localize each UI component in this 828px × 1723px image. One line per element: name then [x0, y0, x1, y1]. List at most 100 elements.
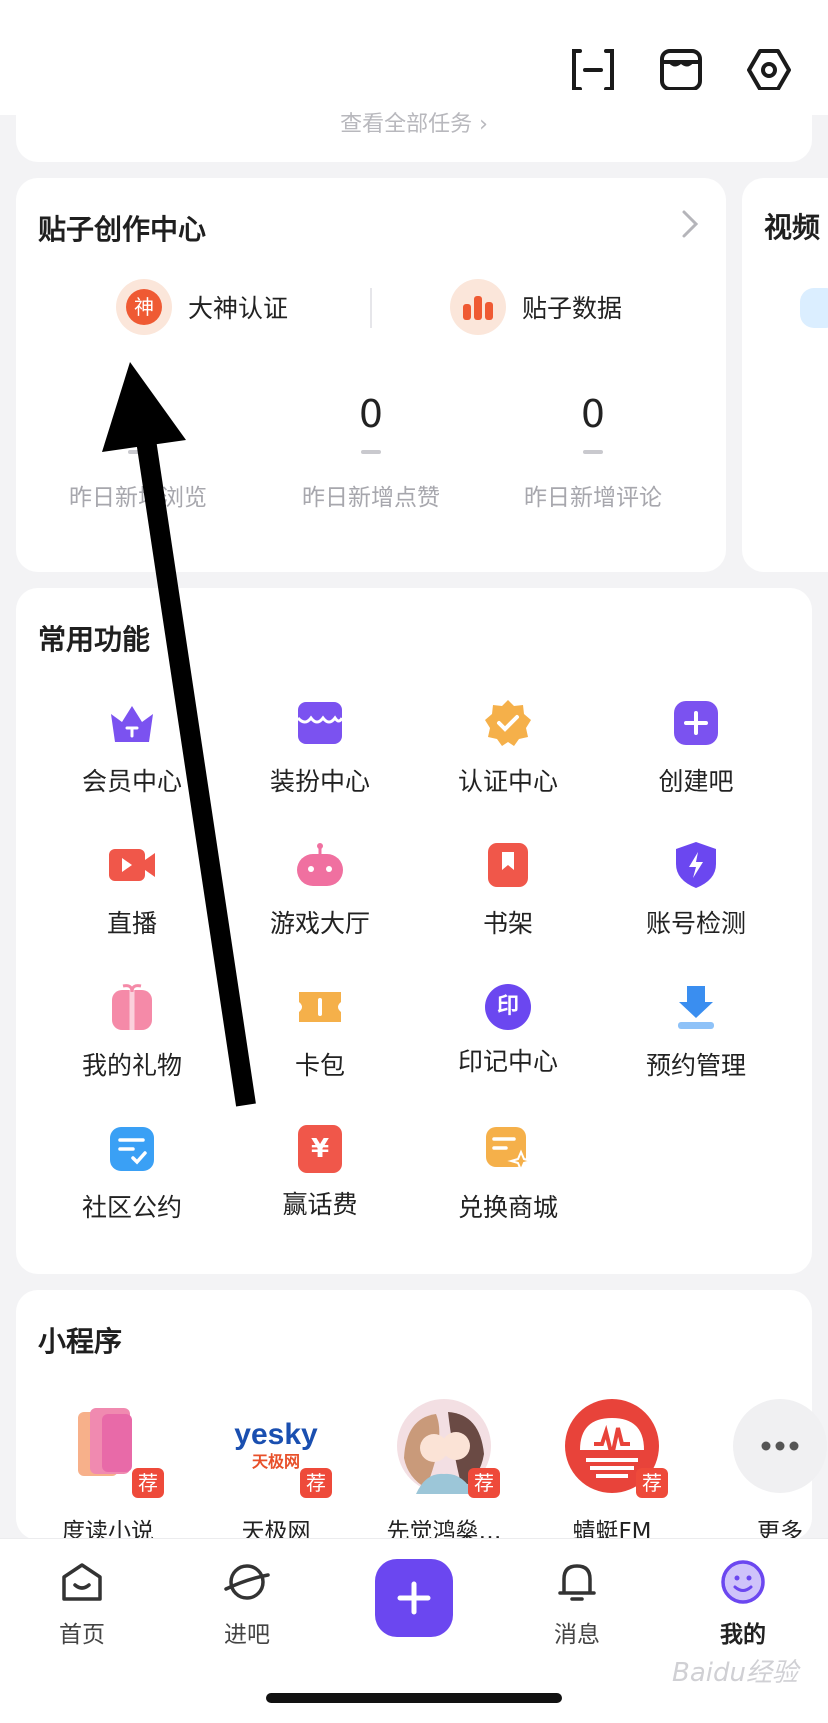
ticket-icon [299, 992, 341, 1022]
post-data-label: 贴子数据 [522, 294, 623, 323]
stat-label: 昨日新增点赞 [302, 485, 440, 511]
community-rules-button[interactable]: 社区公约 [38, 1122, 226, 1224]
common-functions-title: 常用功能 [38, 623, 151, 656]
stat-label: 昨日新增评论 [524, 485, 662, 511]
tab-label: 首页 [59, 1622, 105, 1648]
function-label: 赢话费 [282, 1190, 358, 1219]
stat-dash [128, 450, 148, 454]
book-app-icon: 荐 [60, 1398, 164, 1498]
god-certification-button[interactable]: 神 大神认证 [116, 278, 288, 336]
function-label: 账号检测 [645, 909, 746, 938]
recommend-badge: 荐 [300, 1468, 332, 1498]
mini-programs-card: 小程序 荐 度读小说 yesky 天极网 荐 天极网 荐 先觉鸿燊… 荐 蜻蜓F… [16, 1290, 827, 1545]
plus-square-icon [674, 701, 718, 745]
video-creator-card[interactable]: 视频 [742, 178, 828, 572]
wardrobe-icon [296, 702, 344, 744]
yuan-box-icon: ¥ [298, 1125, 342, 1173]
view-all-tasks-label: 查看全部任务 [340, 112, 473, 137]
view-all-tasks-link[interactable]: 查看全部任务 › [16, 106, 812, 138]
shop-box-icon[interactable] [656, 45, 706, 95]
win-phone-credit-button[interactable]: ¥ 赢话费 [226, 1122, 414, 1221]
stat-dash [583, 450, 603, 454]
certification-center-button[interactable]: 认证中心 [414, 696, 602, 798]
tab-home[interactable]: 首页 [22, 1557, 142, 1649]
recommend-badge: 荐 [636, 1468, 668, 1498]
bar-chart-icon [450, 279, 506, 335]
stat-views: 昨日新增浏览 [38, 392, 238, 512]
create-bar-button[interactable]: 创建吧 [602, 696, 790, 798]
function-label: 直播 [106, 909, 157, 938]
bookshelf-button[interactable]: 书架 [414, 838, 602, 940]
scan-icon[interactable] [568, 45, 618, 95]
recommend-badge: 荐 [132, 1468, 164, 1498]
god-badge-icon: 神 [116, 279, 172, 335]
recommend-badge: 荐 [468, 1468, 500, 1498]
card-wallet-button[interactable]: 卡包 [226, 980, 414, 1082]
seal-center-button[interactable]: 印 印记中心 [414, 980, 602, 1078]
tab-label: 消息 [554, 1622, 600, 1648]
mini-program-item[interactable]: 荐 先觉鸿燊… [364, 1398, 524, 1546]
stat-value: 0 [358, 392, 384, 436]
stat-value [38, 392, 238, 438]
common-functions-card: 常用功能 会员中心 装扮中心 认证中心 创建吧 直播 游戏大厅 书架 账号检测 … [16, 588, 812, 1274]
function-label: 卡包 [294, 1051, 345, 1080]
seal-icon: 印 [485, 984, 531, 1030]
game-hall-button[interactable]: 游戏大厅 [226, 838, 414, 940]
my-gifts-button[interactable]: 我的礼物 [38, 980, 226, 1082]
mini-program-more[interactable]: 更多 [700, 1398, 828, 1546]
video-card-title: 视频 [764, 211, 821, 244]
stat-likes: 0 昨日新增点赞 [271, 392, 471, 512]
post-data-button[interactable]: 贴子数据 [450, 278, 622, 336]
function-label: 预约管理 [645, 1051, 746, 1080]
dressup-center-button[interactable]: 装扮中心 [226, 696, 414, 798]
video-camera-icon [109, 849, 155, 881]
mini-program-item[interactable]: 荐 度读小说 [28, 1398, 188, 1546]
function-label: 会员中心 [81, 767, 182, 796]
account-check-button[interactable]: 账号检测 [602, 838, 790, 940]
function-label: 印记中心 [457, 1047, 558, 1076]
home-indicator [266, 1693, 562, 1703]
post-button[interactable] [375, 1559, 453, 1637]
function-label: 社区公约 [81, 1193, 182, 1222]
shield-bolt-icon [676, 842, 716, 888]
crown-icon [111, 706, 153, 742]
function-label: 游戏大厅 [269, 909, 370, 938]
download-tray-icon [678, 986, 714, 1029]
function-label: 认证中心 [457, 767, 558, 796]
radio-app-icon: 荐 [564, 1398, 668, 1498]
god-badge-text: 神 [126, 289, 162, 325]
mini-programs-title: 小程序 [38, 1325, 123, 1358]
bottom-tab-bar: 首页 进吧 消息 我的 Baidu经验 [0, 1538, 828, 1723]
mini-program-item[interactable]: 荐 蜻蜓FM [532, 1398, 692, 1546]
tab-mine[interactable]: 我的 [683, 1557, 803, 1649]
bookmark-book-icon [488, 843, 528, 887]
smiley-avatar-icon [721, 1560, 765, 1604]
exchange-store-button[interactable]: 兑换商城 [414, 1122, 602, 1224]
gift-icon [112, 984, 152, 1030]
function-label: 书架 [482, 909, 533, 938]
live-button[interactable]: 直播 [38, 838, 226, 940]
tab-label: 我的 [720, 1622, 766, 1648]
settings-hex-icon[interactable] [744, 45, 794, 95]
stat-label: 昨日新增浏览 [69, 485, 207, 511]
stat-value: 0 [580, 392, 606, 436]
divider [370, 288, 372, 328]
stat-comments: 0 昨日新增评论 [493, 392, 693, 512]
tasks-card: 查看全部任务 › [16, 90, 812, 162]
reservation-management-button[interactable]: 预约管理 [602, 980, 790, 1082]
tab-label: 进吧 [224, 1622, 270, 1648]
verified-badge-icon [485, 700, 531, 746]
couple-avatar-icon: 荐 [396, 1398, 500, 1498]
tab-messages[interactable]: 消息 [517, 1557, 637, 1649]
mini-program-item[interactable]: yesky 天极网 荐 天极网 [196, 1398, 356, 1546]
post-creator-center-card: 贴子创作中心 神 大神认证 贴子数据 昨日新增浏览 0 昨日新增点赞 0 昨日新… [16, 178, 726, 572]
yesky-logo-icon: yesky 天极网 荐 [228, 1398, 332, 1498]
video-card-icon [800, 288, 828, 328]
more-dots-icon [732, 1398, 828, 1494]
bell-icon [558, 1564, 596, 1601]
watermark: Baidu经验 [672, 1658, 798, 1688]
member-center-button[interactable]: 会员中心 [38, 696, 226, 798]
plus-icon [397, 1581, 431, 1615]
tab-enter-bar[interactable]: 进吧 [187, 1557, 307, 1649]
chevron-right-icon[interactable] [680, 208, 700, 240]
